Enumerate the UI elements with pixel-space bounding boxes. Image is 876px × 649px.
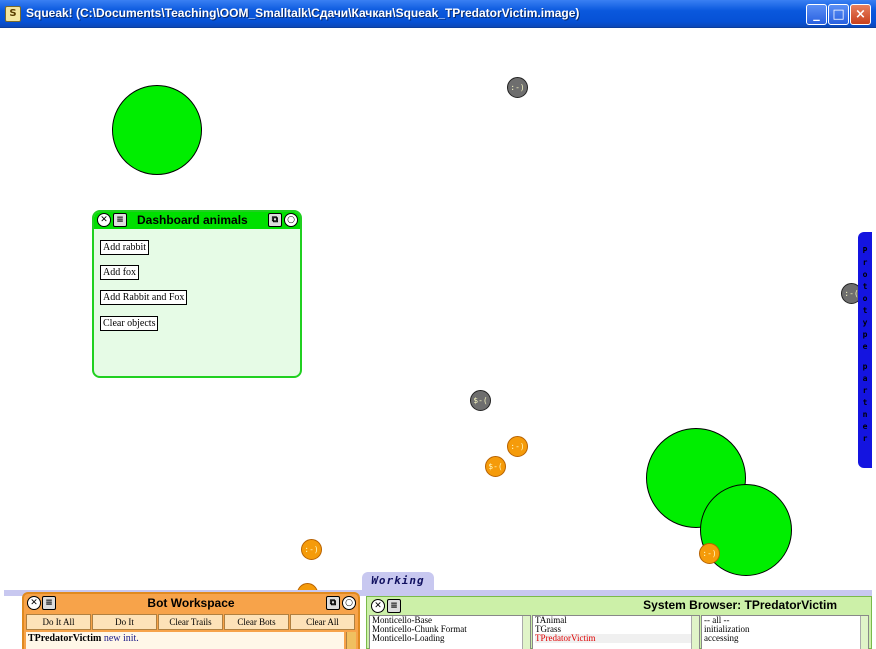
window-title: Squeak! (C:\Documents\Teaching\OOM_Small… [26, 6, 580, 20]
fox-bot[interactable]: :-) [699, 543, 720, 564]
rabbit-bot[interactable]: $-( [470, 390, 491, 411]
code-message: new init. [101, 633, 139, 644]
protocol-scrollbar[interactable] [860, 616, 868, 649]
fox-bot[interactable]: :-) [301, 539, 322, 560]
flap-letter: y [862, 318, 868, 327]
close-button[interactable]: × [850, 4, 871, 25]
do-it-button[interactable]: Do It [92, 614, 157, 630]
flap-letter: e [862, 342, 868, 351]
flap-letter: o [862, 270, 868, 279]
dashboard-title: Dashboard animals [137, 213, 248, 227]
fox-bot[interactable]: $-( [485, 456, 506, 477]
fox-bot[interactable]: :-) [507, 436, 528, 457]
squeak-world[interactable]: :-) $-( :-( :-) $-( :-) :-) :-) ✕ ≡ Dash… [4, 28, 872, 649]
code-class-name: TPredatorVictim [28, 633, 102, 644]
add-fox-button[interactable]: Add fox [100, 265, 140, 280]
system-browser-window[interactable]: ✕ ≡ System Browser: TPredatorVictim Mont… [366, 596, 872, 649]
class-scrollbar[interactable] [691, 616, 699, 649]
grass-circle[interactable] [112, 85, 202, 175]
clear-trails-button[interactable]: Clear Trails [158, 614, 223, 630]
close-icon[interactable]: ✕ [97, 213, 111, 227]
clear-objects-button[interactable]: Clear objects [100, 316, 159, 331]
do-it-all-button[interactable]: Do It All [26, 614, 91, 630]
flap-letter: t [862, 282, 868, 291]
flap-letter: p [862, 330, 868, 339]
package-scrollbar[interactable] [522, 616, 530, 649]
protocol-list[interactable]: -- all -- initialization accessing [701, 615, 869, 649]
flap-letter: r [862, 386, 868, 395]
prototype-partner-flap[interactable]: P r o t o t y p e p a r t n e r [858, 232, 872, 468]
class-item-selected[interactable]: TPredatorVictim [535, 634, 699, 643]
add-rabbit-and-fox-button[interactable]: Add Rabbit and Fox [100, 290, 188, 305]
package-list[interactable]: Monticello-Base Monticello-Chunk Format … [369, 615, 531, 649]
clear-bots-button[interactable]: Clear Bots [224, 614, 289, 630]
flap-letter: r [862, 258, 868, 267]
package-item[interactable]: Monticello-Loading [372, 634, 530, 643]
maximize-button[interactable]: □ [828, 4, 849, 25]
flap-letter: t [862, 398, 868, 407]
workspace-code-editor[interactable]: TPredatorVictim new init. [26, 632, 344, 649]
flap-letter: e [862, 422, 868, 431]
menu-icon[interactable]: ≡ [113, 213, 127, 227]
flap-letter: a [862, 374, 868, 383]
working-flap-tab[interactable]: Working [362, 572, 434, 590]
workspace-button-row: Do It All Do It Clear Trails Clear Bots … [26, 614, 356, 630]
rabbit-bot[interactable]: :-) [507, 77, 528, 98]
class-list[interactable]: TAnimal TGrass TPredatorVictim [532, 615, 700, 649]
expand-icon[interactable]: ○ [342, 596, 356, 610]
dashboard-animals-panel[interactable]: ✕ ≡ Dashboard animals ⧉ ○ Add rabbit Add… [92, 210, 302, 378]
collapse-icon[interactable]: ⧉ [326, 596, 340, 610]
minimize-button[interactable]: _ [806, 4, 827, 25]
window-title-bar[interactable]: S Squeak! (C:\Documents\Teaching\OOM_Sma… [0, 0, 876, 28]
workspace-scrollbar[interactable] [346, 632, 356, 649]
flap-letter: p [862, 362, 868, 371]
flap-letter: n [862, 410, 868, 419]
expand-icon[interactable]: ○ [284, 213, 298, 227]
flap-letter: t [862, 306, 868, 315]
collapse-icon[interactable]: ⧉ [268, 213, 282, 227]
add-rabbit-button[interactable]: Add rabbit [100, 240, 150, 255]
flap-letter: o [862, 294, 868, 303]
flap-letter: r [862, 434, 868, 443]
protocol-item[interactable]: accessing [704, 634, 868, 643]
flap-letter: P [862, 246, 868, 255]
workspace-title: Bot Workspace [147, 596, 235, 610]
clear-all-button[interactable]: Clear All [290, 614, 355, 630]
squeak-app-icon[interactable]: S [5, 6, 21, 22]
bot-workspace-window[interactable]: ✕ ≡ Bot Workspace ⧉ ○ Do It All Do It Cl… [22, 592, 360, 649]
browser-title: System Browser: TPredatorVictim [643, 598, 837, 612]
